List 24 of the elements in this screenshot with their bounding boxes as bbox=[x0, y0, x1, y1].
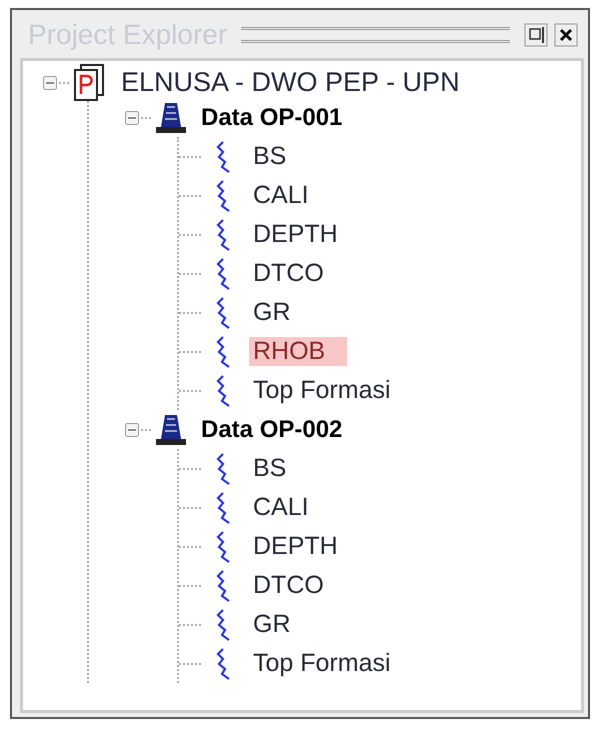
tree-item[interactable]: DTCO bbox=[249, 259, 328, 288]
tree-item[interactable]: DEPTH bbox=[249, 220, 342, 249]
collapse-toggle[interactable] bbox=[125, 422, 139, 436]
tree-item[interactable]: RHOB bbox=[249, 337, 348, 366]
derrick-icon bbox=[155, 100, 187, 134]
close-icon[interactable] bbox=[554, 23, 578, 47]
tree-item[interactable]: Data OP-001 bbox=[201, 104, 342, 132]
tree-item[interactable]: CALI bbox=[249, 181, 313, 210]
collapse-toggle[interactable] bbox=[43, 76, 57, 90]
tree-item[interactable]: DTCO bbox=[249, 571, 328, 600]
tree-item[interactable]: Top Formasi bbox=[249, 376, 395, 405]
tree-item[interactable]: ELNUSA - DWO PEP - UPN bbox=[121, 67, 460, 98]
tree-item[interactable]: DEPTH bbox=[249, 532, 342, 561]
tree-item[interactable]: GR bbox=[249, 298, 294, 327]
document-icon bbox=[73, 64, 105, 102]
collapse-toggle[interactable] bbox=[125, 110, 139, 124]
tree-item[interactable]: GR bbox=[249, 610, 294, 639]
tree-item[interactable]: CALI bbox=[249, 493, 313, 522]
tree-item[interactable]: Data OP-002 bbox=[201, 416, 342, 444]
tree-item[interactable]: Top Formasi bbox=[249, 649, 395, 678]
tree-item[interactable]: BS bbox=[249, 142, 290, 171]
restore-icon[interactable] bbox=[524, 23, 548, 47]
tree-item[interactable]: BS bbox=[249, 454, 290, 483]
derrick-icon bbox=[155, 412, 187, 446]
